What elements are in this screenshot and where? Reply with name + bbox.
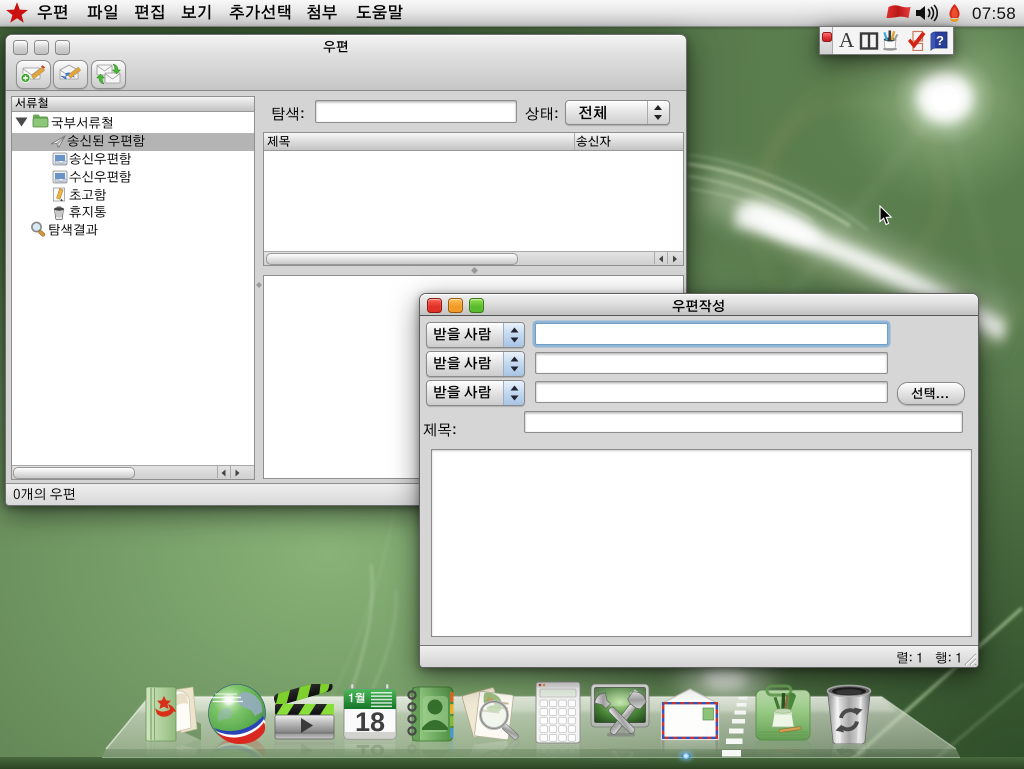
svg-text:18: 18 [355,707,385,737]
svg-text:A: A [839,30,855,51]
svg-text:?: ? [936,33,944,48]
